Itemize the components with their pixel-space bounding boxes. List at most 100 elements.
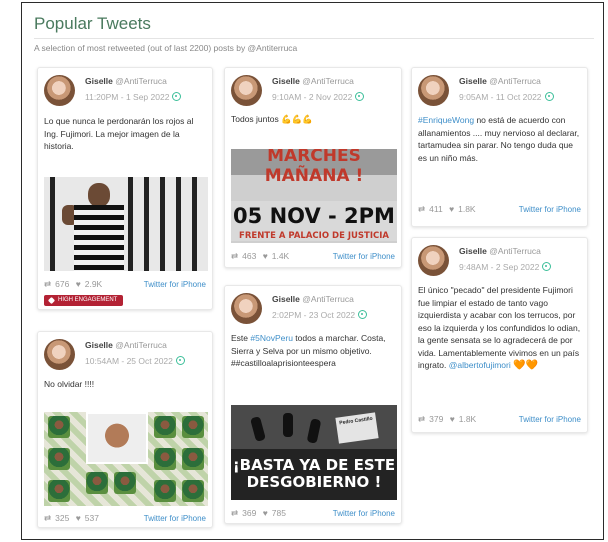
twitter-bird-icon — [544, 92, 554, 101]
image-sign: Pedro Castillo — [335, 412, 379, 444]
image-portrait — [182, 448, 204, 470]
tweet-stats: ⇄ 325 ♥ 537 — [44, 513, 103, 524]
twitter-bird-icon — [542, 262, 552, 271]
image-portrait — [154, 416, 176, 438]
retweet-count: 463 — [242, 251, 257, 261]
tweet-author[interactable]: Giselle @AntiTerruca — [85, 340, 167, 350]
tweet-handle[interactable]: @AntiTerruca — [302, 76, 354, 86]
tweet-stats: ⇄ 369 ♥ 785 — [231, 508, 290, 519]
heart-icon: ♥ — [75, 279, 81, 289]
tweet-card[interactable]: Giselle @AntiTerruca 10:54AM - 25 Oct 20… — [37, 331, 213, 528]
tweet-author[interactable]: Giselle @AntiTerruca — [272, 76, 354, 86]
tweet-handle[interactable]: @AntiTerruca — [115, 340, 167, 350]
like-count: 537 — [84, 513, 99, 523]
tweet-source[interactable]: Twitter for iPhone — [144, 514, 206, 523]
avatar[interactable] — [418, 75, 449, 106]
image-portrait — [154, 448, 176, 470]
mention-link[interactable]: @albertofujimori — [449, 360, 511, 370]
avatar[interactable] — [231, 293, 262, 324]
image-text: 05 NOV - 2PM — [233, 204, 395, 228]
tweet-image[interactable] — [44, 177, 208, 271]
twitter-bird-icon — [172, 92, 182, 101]
title-divider — [34, 38, 594, 39]
tweet-source[interactable]: Twitter for iPhone — [519, 415, 581, 424]
tweet-card[interactable]: Giselle @AntiTerruca 11:20PM - 1 Sep 202… — [37, 67, 213, 310]
avatar[interactable] — [44, 75, 75, 106]
tweet-handle[interactable]: @AntiTerruca — [489, 76, 541, 86]
tweet-author[interactable]: Giselle @AntiTerruca — [459, 246, 541, 256]
tweet-card[interactable]: Giselle @AntiTerruca 9:48AM - 2 Sep 2022… — [411, 237, 588, 433]
image-text: FRENTE A PALACIO DE JUSTICIA — [239, 231, 389, 241]
tweet-card[interactable]: Giselle @AntiTerruca 9:05AM - 11 Oct 202… — [411, 67, 588, 227]
tweet-body: #EnriqueWong no está de acuerdo con alla… — [418, 115, 580, 163]
image-text: ¡BASTA YA DE ESTE DESGOBIERNO ! — [232, 456, 396, 491]
retweet-count: 379 — [429, 414, 444, 424]
tweet-date[interactable]: 9:48AM - 2 Sep 2022 — [459, 262, 552, 272]
image-bar — [176, 177, 181, 271]
tweet-body: Todos juntos 💪💪💪 — [231, 114, 313, 124]
tweet-date[interactable]: 2:02PM - 23 Oct 2022 — [272, 310, 368, 320]
hashtag-link[interactable]: #EnriqueWong — [418, 115, 474, 125]
tweet-handle[interactable]: @AntiTerruca — [302, 294, 354, 304]
retweet-icon: ⇄ — [44, 513, 52, 523]
twitter-bird-icon — [175, 356, 185, 365]
image-bar — [160, 177, 165, 271]
retweet-icon: ⇄ — [44, 279, 52, 289]
tweet-body: Lo que nunca le perdonarán los rojos al … — [44, 116, 194, 151]
engagement-badge: HIGH ENGAGEMENT — [44, 295, 124, 306]
image-portrait — [48, 448, 70, 470]
tweet-source[interactable]: Twitter for iPhone — [519, 205, 581, 214]
tweet-author[interactable]: Giselle @AntiTerruca — [85, 76, 167, 86]
heart-icon: ♥ — [262, 251, 268, 261]
image-portrait — [182, 480, 204, 502]
tweet-body: El único "pecado" del presidente Fujimor… — [418, 285, 581, 371]
heart-icon: ♥ — [262, 508, 268, 518]
retweet-icon: ⇄ — [418, 204, 426, 214]
tweet-handle[interactable]: @AntiTerruca — [115, 76, 167, 86]
heart-icon: ♥ — [75, 513, 81, 523]
tweet-source[interactable]: Twitter for iPhone — [144, 280, 206, 289]
tweet-date[interactable]: 9:05AM - 11 Oct 2022 — [459, 92, 554, 102]
image-portrait — [48, 480, 70, 502]
image-portrait — [86, 472, 108, 494]
tweet-source[interactable]: Twitter for iPhone — [333, 509, 395, 518]
page-title: Popular Tweets — [34, 14, 151, 33]
retweet-icon: ⇄ — [231, 251, 239, 261]
image-portrait — [182, 416, 204, 438]
avatar[interactable] — [418, 245, 449, 276]
image-bar — [144, 177, 149, 271]
image-figure-body — [74, 205, 124, 271]
tweet-card[interactable]: Giselle @AntiTerruca 2:02PM - 23 Oct 202… — [224, 285, 402, 524]
tweet-image[interactable]: MARCHES MAÑANA ! 05 NOV - 2PM FRENTE A P… — [231, 149, 397, 243]
tweet-card[interactable]: Giselle @AntiTerruca 9:10AM - 2 Nov 2022… — [224, 67, 402, 268]
image-central-portrait — [86, 412, 148, 464]
twitter-bird-icon — [358, 310, 368, 319]
image-text: MAÑANA ! — [264, 166, 364, 186]
tweet-author[interactable]: Giselle @AntiTerruca — [459, 76, 541, 86]
tweet-handle[interactable]: @AntiTerruca — [489, 246, 541, 256]
like-count: 1.4K — [271, 251, 290, 261]
tweet-stats: ⇄ 676 ♥ 2.9K — [44, 279, 106, 290]
retweet-count: 676 — [55, 279, 70, 289]
twitter-bird-icon — [355, 92, 365, 101]
hashtag-link[interactable]: #5NovPeru — [250, 333, 293, 343]
heart-icon: ♥ — [449, 204, 455, 214]
tweet-image[interactable]: Pedro Castillo ¡BASTA YA DE ESTE DESGOBIE… — [231, 405, 397, 500]
tweet-author[interactable]: Giselle @AntiTerruca — [272, 294, 354, 304]
image-figure-head — [88, 183, 110, 207]
tweet-body: Este #5NovPeru todos a marchar. Costa, S… — [231, 333, 386, 368]
tweet-stats: ⇄ 379 ♥ 1.8K — [418, 414, 480, 425]
tweet-date[interactable]: 10:54AM - 25 Oct 2022 — [85, 356, 185, 366]
tweet-source[interactable]: Twitter for iPhone — [333, 252, 395, 261]
like-count: 1.8K — [458, 414, 477, 424]
image-bar — [128, 177, 133, 271]
tweet-date[interactable]: 9:10AM - 2 Nov 2022 — [272, 92, 365, 102]
retweet-count: 325 — [55, 513, 70, 523]
avatar[interactable] — [44, 339, 75, 370]
tweet-image[interactable] — [44, 412, 208, 506]
like-count: 785 — [271, 508, 286, 518]
tweet-date[interactable]: 11:20PM - 1 Sep 2022 — [85, 92, 182, 102]
image-portrait — [114, 472, 136, 494]
avatar[interactable] — [231, 75, 262, 106]
image-bar — [50, 177, 55, 271]
